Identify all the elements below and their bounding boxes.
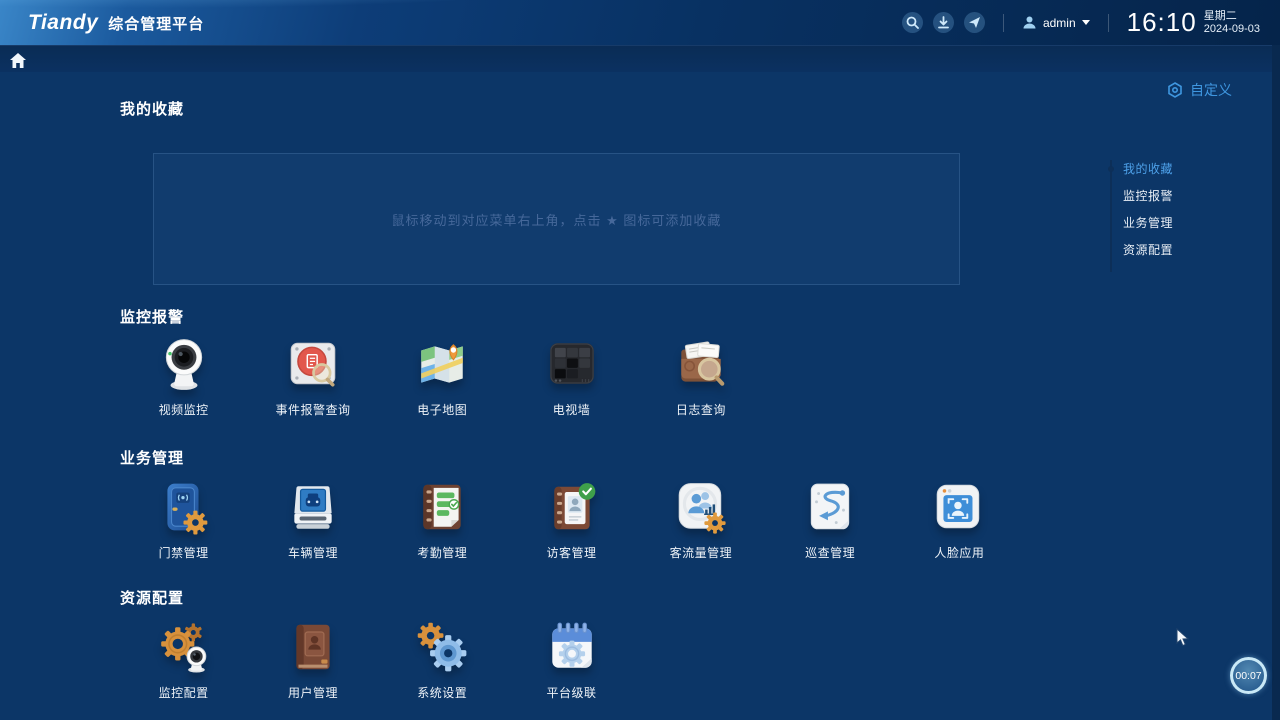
brand-logo: Tiandy xyxy=(28,11,98,35)
visitor-icon xyxy=(544,479,600,535)
patrol-icon xyxy=(802,479,858,535)
desktop: Tiandy 综合管理平台 admin 16:10 星 xyxy=(0,0,1280,720)
home-tab[interactable] xyxy=(8,50,28,70)
customize-label: 自定义 xyxy=(1190,80,1232,100)
top-bar: Tiandy 综合管理平台 admin 16:10 星 xyxy=(0,0,1280,45)
download-icon xyxy=(937,16,950,29)
app-label: 访客管理 xyxy=(547,544,597,561)
app-patrol-management[interactable]: 巡查管理 xyxy=(765,479,894,561)
header-divider xyxy=(1003,14,1004,32)
app-label: 视频监控 xyxy=(159,401,209,418)
quick-nav-business[interactable]: 业务管理 xyxy=(1110,212,1173,239)
app-access-control[interactable]: 门禁管理 xyxy=(119,479,248,561)
timer-value: 00:07 xyxy=(1235,670,1261,682)
customize-button[interactable]: 自定义 xyxy=(1167,80,1232,100)
app-label: 日志查询 xyxy=(676,401,726,418)
face-app-icon xyxy=(931,479,987,535)
attendance-icon xyxy=(414,479,470,535)
app-vehicle-management[interactable]: 车辆管理 xyxy=(248,479,377,561)
app-monitor-config[interactable]: 监控配置 xyxy=(119,619,248,701)
app-label: 事件报警查询 xyxy=(275,401,350,418)
door-access-icon xyxy=(156,479,212,535)
app-passenger-flow[interactable]: 客流量管理 xyxy=(636,479,765,561)
quick-nav-resource[interactable]: 资源配置 xyxy=(1110,239,1173,266)
app-label: 人脸应用 xyxy=(934,544,984,561)
app-label: 监控配置 xyxy=(159,684,209,701)
search-button[interactable] xyxy=(902,12,923,33)
passenger-flow-icon xyxy=(673,479,729,535)
system-gears-icon xyxy=(414,619,470,675)
scrollbar-track[interactable] xyxy=(1272,45,1280,720)
customize-gear-icon xyxy=(1167,82,1183,98)
chevron-down-icon xyxy=(1082,20,1090,25)
quick-nav-favorites[interactable]: 我的收藏 xyxy=(1110,158,1173,185)
user-icon xyxy=(1022,15,1037,30)
app-event-alarm-query[interactable]: 事件报警查询 xyxy=(248,336,377,418)
app-label: 车辆管理 xyxy=(288,544,338,561)
app-label: 平台级联 xyxy=(547,684,597,701)
timer-badge[interactable]: 00:07 xyxy=(1230,657,1267,694)
section-title-resource: 资源配置 xyxy=(120,587,184,608)
section-title-business: 业务管理 xyxy=(120,447,184,468)
app-user-management[interactable]: 用户管理 xyxy=(248,619,377,701)
app-log-query[interactable]: 日志查询 xyxy=(636,336,765,418)
section-title-monitor: 监控报警 xyxy=(120,306,184,327)
search-icon xyxy=(906,16,919,29)
webcam-icon xyxy=(156,336,212,392)
clock-date: 2024-09-03 xyxy=(1204,23,1260,36)
quick-nav-monitor[interactable]: 监控报警 xyxy=(1110,185,1173,212)
map-icon xyxy=(414,336,470,392)
app-label: 电子地图 xyxy=(417,401,467,418)
app-visitor-management[interactable]: 访客管理 xyxy=(507,479,636,561)
header-controls: admin 16:10 星期二 2024-09-03 xyxy=(902,7,1280,38)
platform-cascade-icon xyxy=(544,619,600,675)
send-icon xyxy=(968,16,981,29)
app-label: 电视墙 xyxy=(553,401,591,418)
app-label: 系统设置 xyxy=(417,684,467,701)
platform-title: 综合管理平台 xyxy=(108,13,204,34)
business-app-row: 门禁管理 车辆管理 xyxy=(119,479,1024,561)
home-icon xyxy=(10,53,26,68)
app-label: 考勤管理 xyxy=(417,544,467,561)
app-system-settings[interactable]: 系统设置 xyxy=(378,619,507,701)
favorites-panel: 鼠标移动到对应菜单右上角，点击 ★ 图标可添加收藏 xyxy=(153,153,960,285)
clock-time: 16:10 xyxy=(1127,7,1197,38)
user-name: admin xyxy=(1043,16,1076,30)
quick-nav: 我的收藏 监控报警 业务管理 资源配置 xyxy=(1110,158,1173,266)
log-search-icon xyxy=(673,336,729,392)
app-face-application[interactable]: 人脸应用 xyxy=(895,479,1024,561)
app-tv-wall[interactable]: 电视墙 xyxy=(507,336,636,418)
section-title-favorites: 我的收藏 xyxy=(120,98,184,119)
download-button[interactable] xyxy=(933,12,954,33)
brand: Tiandy 综合管理平台 xyxy=(0,11,204,35)
app-video-surveillance[interactable]: 视频监控 xyxy=(119,336,248,418)
app-attendance[interactable]: 考勤管理 xyxy=(378,479,507,561)
app-electronic-map[interactable]: 电子地图 xyxy=(378,336,507,418)
user-menu[interactable]: admin xyxy=(1022,15,1090,30)
mouse-cursor xyxy=(1176,628,1190,652)
app-label: 客流量管理 xyxy=(670,544,733,561)
favorites-hint: 鼠标移动到对应菜单右上角，点击 ★ 图标可添加收藏 xyxy=(392,210,722,229)
header-divider xyxy=(1108,14,1109,32)
resource-app-row: 监控配置 用户管理 xyxy=(119,619,636,701)
quick-nav-dot xyxy=(1108,166,1114,172)
monitor-config-icon xyxy=(156,619,212,675)
app-label: 用户管理 xyxy=(288,684,338,701)
clock-weekday: 星期二 xyxy=(1204,10,1260,23)
clock: 16:10 星期二 2024-09-03 xyxy=(1127,7,1268,38)
app-platform-cascade[interactable]: 平台级联 xyxy=(507,619,636,701)
alarm-query-icon xyxy=(285,336,341,392)
app-label: 门禁管理 xyxy=(159,544,209,561)
vehicle-icon xyxy=(285,479,341,535)
app-label: 巡查管理 xyxy=(805,544,855,561)
user-book-icon xyxy=(285,619,341,675)
tv-wall-icon xyxy=(544,336,600,392)
send-button[interactable] xyxy=(964,12,985,33)
tab-strip xyxy=(0,45,1280,72)
monitor-app-row: 视频监控 事件报警查询 xyxy=(119,336,765,418)
